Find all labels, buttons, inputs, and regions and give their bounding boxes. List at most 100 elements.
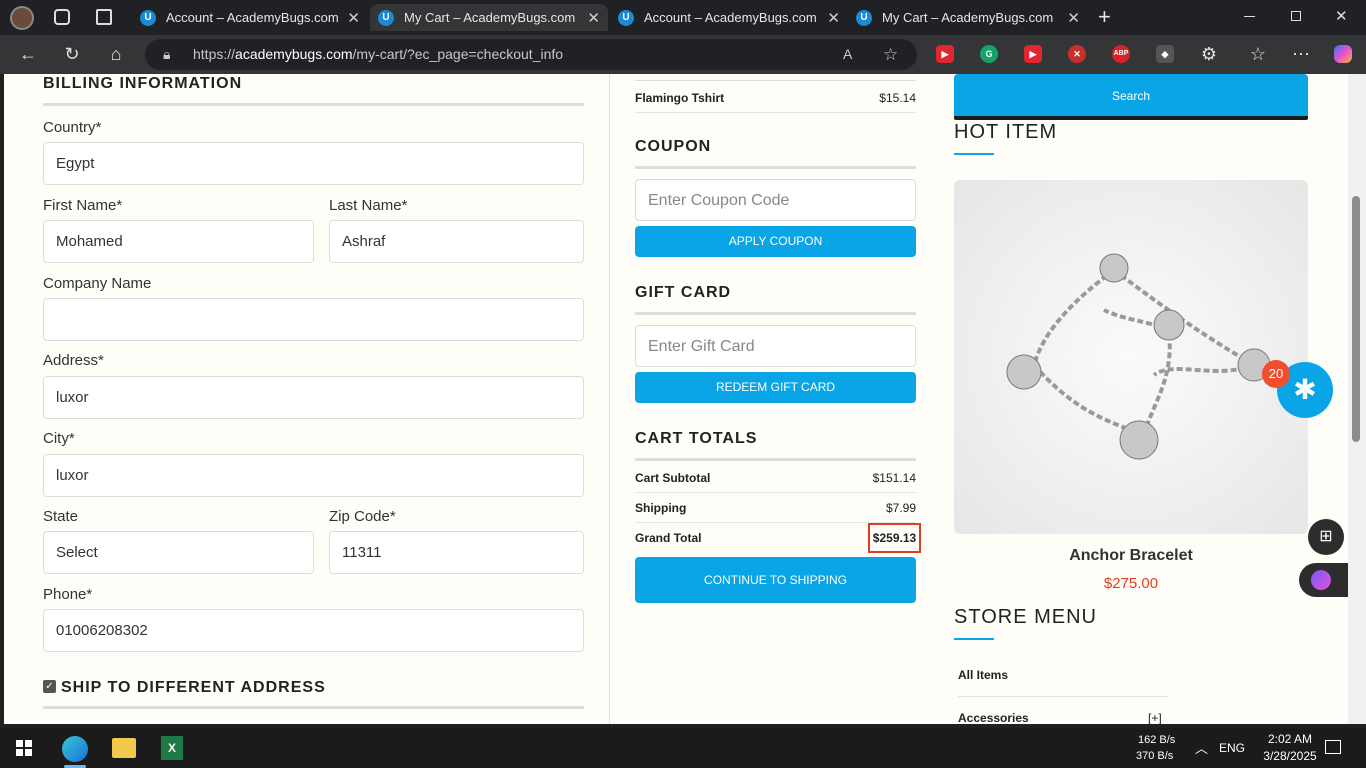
new-tab-icon[interactable]: + — [1098, 4, 1111, 30]
extensions-puzzle-icon[interactable]: ⚙ — [1197, 42, 1221, 66]
cart-item-name[interactable]: Flamingo Tshirt — [635, 83, 724, 113]
tab-account-1[interactable]: U Account – AcademyBugs.com ✕ — [130, 4, 368, 31]
assistant-bot-icon[interactable] — [1299, 563, 1348, 597]
file-explorer-icon[interactable] — [112, 738, 136, 758]
cart-top-rule — [635, 80, 916, 81]
subtotal-label: Cart Subtotal — [635, 471, 711, 485]
hot-item-heading: HOT ITEM — [954, 121, 1058, 143]
url-field[interactable]: 🔒︎ https://academybugs.com/my-cart/?ec_p… — [145, 39, 917, 70]
network-speed-up: 162 B/s — [1138, 734, 1176, 746]
billing-heading-rule — [43, 103, 584, 106]
extension-red-icon[interactable]: ▶ — [936, 45, 954, 63]
page-scrollbar[interactable] — [1348, 74, 1366, 724]
site-favicon-icon: U — [378, 9, 394, 26]
notifications-icon[interactable] — [1325, 740, 1341, 754]
profile-avatar[interactable] — [10, 6, 34, 30]
continue-to-shipping-button[interactable]: CONTINUE TO SHIPPING — [635, 557, 916, 603]
tab-title: Account – AcademyBugs.com — [166, 10, 339, 25]
adblock-plus-icon[interactable]: ABP — [1112, 45, 1130, 63]
coupon-heading: COUPON — [635, 138, 712, 155]
grand-total-value: $259.13 — [868, 523, 921, 553]
address-field[interactable]: luxor — [43, 376, 584, 419]
home-icon[interactable]: ⌂ — [104, 42, 128, 66]
youtube-extension-icon[interactable]: ▶ — [1024, 45, 1042, 63]
expand-accessories-icon[interactable]: [+] — [1148, 711, 1162, 724]
store-menu-underline — [954, 638, 994, 640]
close-tab-icon[interactable]: ✕ — [347, 9, 360, 27]
gift-card-rule — [635, 312, 916, 315]
page-content: BILLING INFORMATION Country* Egypt First… — [4, 74, 1348, 724]
grammarly-icon[interactable]: G — [980, 45, 998, 63]
search-button[interactable]: Search — [954, 74, 1308, 120]
shipping-row: Shipping $7.99 — [635, 493, 916, 523]
url-prefix: https:// — [193, 46, 236, 62]
cart-totals-heading: CART TOTALS — [635, 430, 758, 447]
copilot-icon[interactable] — [1334, 45, 1352, 63]
ship-section-rule — [43, 706, 584, 709]
phone-label: Phone* — [43, 586, 93, 603]
bot-face-icon — [1311, 570, 1331, 590]
last-name-label: Last Name* — [329, 197, 408, 214]
clock-date[interactable]: 3/28/2025 — [1252, 749, 1328, 763]
shield-extension-icon[interactable]: ◆ — [1156, 45, 1174, 63]
excel-icon[interactable]: X — [161, 736, 183, 760]
city-field[interactable]: luxor — [43, 454, 584, 497]
store-menu-heading: STORE MENU — [954, 606, 1097, 628]
coupon-input[interactable]: Enter Coupon Code — [635, 179, 916, 221]
url-domain: academybugs.com — [235, 46, 353, 62]
gift-card-input[interactable]: Enter Gift Card — [635, 325, 916, 367]
clock-time[interactable]: 2:02 AM — [1260, 732, 1320, 746]
anchor-bracelet-image[interactable] — [954, 180, 1308, 534]
tab-title: Account – AcademyBugs.com — [644, 10, 817, 25]
restore-icon[interactable] — [1291, 11, 1301, 21]
shipping-label: Shipping — [635, 501, 687, 515]
lock-icon[interactable]: 🔒︎ — [163, 39, 170, 70]
gift-card-heading: GIFT CARD — [635, 284, 732, 301]
tray-chevron-icon[interactable]: ︿ — [1195, 738, 1208, 757]
subtotal-value: $151.14 — [872, 471, 916, 485]
favorites-icon[interactable]: ☆ — [1246, 42, 1270, 66]
read-aloud-icon[interactable]: A — [843, 39, 852, 70]
edge-taskbar-icon[interactable] — [62, 736, 88, 762]
state-label: State — [43, 508, 79, 525]
close-window-icon[interactable]: ✕ — [1335, 7, 1348, 25]
redeem-gift-card-button[interactable]: REDEEM GIFT CARD — [635, 372, 916, 403]
tab-account-2[interactable]: U Account – AcademyBugs.com ✕ — [610, 4, 848, 31]
favorite-star-icon[interactable]: ☆ — [883, 39, 898, 70]
city-label: City* — [43, 430, 75, 447]
phone-field[interactable]: 01006208302 — [43, 609, 584, 652]
tab-my-cart-2[interactable]: U My Cart – AcademyBugs.com ✕ — [850, 4, 1088, 31]
scrollbar-thumb[interactable] — [1352, 196, 1360, 442]
tab-title: My Cart – AcademyBugs.com — [882, 10, 1054, 25]
close-tab-icon[interactable]: ✕ — [587, 9, 600, 27]
site-favicon-icon: U — [618, 9, 634, 26]
last-name-field[interactable]: Ashraf — [329, 220, 584, 263]
menu-item-all-items[interactable]: All Items — [958, 668, 1008, 682]
apps-grid-icon[interactable]: ⊞ — [1308, 519, 1344, 555]
language-indicator[interactable]: ENG — [1219, 741, 1245, 755]
first-name-field[interactable]: Mohamed — [43, 220, 314, 263]
workspaces-icon[interactable] — [54, 9, 70, 25]
menu-item-accessories[interactable]: Accessories — [958, 711, 1029, 724]
close-tab-icon[interactable]: ✕ — [827, 9, 840, 27]
minimize-icon[interactable] — [1244, 16, 1255, 17]
country-select[interactable]: Egypt — [43, 142, 584, 185]
apply-coupon-button[interactable]: APPLY COUPON — [635, 226, 916, 257]
tab-my-cart-1[interactable]: U My Cart – AcademyBugs.com ✕ — [370, 4, 608, 31]
ship-different-checkbox[interactable]: ✓ — [43, 680, 56, 693]
product-name[interactable]: Anchor Bracelet — [954, 547, 1308, 565]
tab-actions-icon[interactable] — [96, 9, 112, 25]
zip-code-label: Zip Code* — [329, 508, 396, 525]
site-favicon-icon: U — [856, 9, 872, 26]
company-name-field[interactable] — [43, 298, 584, 341]
windows-start-icon[interactable] — [16, 740, 32, 756]
state-select[interactable]: Select — [43, 531, 314, 574]
extension-tools-icon[interactable]: ✕ — [1068, 45, 1086, 63]
back-icon[interactable]: ← — [16, 42, 40, 66]
more-options-icon[interactable]: ⋯ — [1289, 42, 1313, 66]
close-tab-icon[interactable]: ✕ — [1067, 9, 1080, 27]
menu-divider — [958, 696, 1168, 697]
refresh-icon[interactable]: ↻ — [60, 42, 84, 66]
tab-bar: U Account – AcademyBugs.com ✕ U My Cart … — [0, 0, 1366, 35]
zip-code-field[interactable]: 11311 — [329, 531, 584, 574]
